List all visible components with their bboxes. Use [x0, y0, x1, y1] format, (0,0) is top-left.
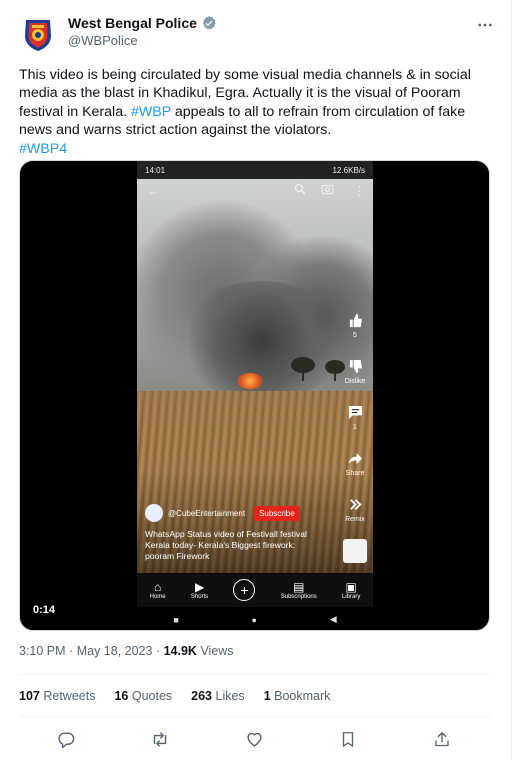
retweets-count: 107 — [19, 689, 40, 703]
phone-system-nav: ■ ● ◀ — [137, 607, 373, 630]
nav-subscriptions: ▤ Subscriptions — [280, 579, 317, 600]
author-name-row: West Bengal Police — [68, 15, 217, 31]
bookmark-button[interactable] — [335, 726, 361, 752]
video-app-navbar: ⌂ Home ▶ Shorts + ▤ Subscriptions ▣ Library — [137, 573, 373, 607]
recents-square-icon: ■ — [173, 614, 179, 625]
thumbs-up-icon — [342, 313, 368, 332]
divider — [19, 674, 490, 675]
retweet-icon — [153, 731, 167, 747]
quotes-count: 16 — [114, 689, 129, 703]
heart-icon — [246, 732, 262, 747]
video-frame: 14:01 12.6KB/s ← ⋮ 5 Dislike 1 Share Rem… — [137, 161, 373, 630]
author-name[interactable]: West Bengal Police — [68, 15, 197, 31]
video-top-icons: ← ⋮ — [137, 181, 373, 205]
divider — [19, 716, 490, 717]
retweets-stat-link[interactable]: 107 Retweets — [19, 689, 95, 703]
sound-thumbnail — [343, 539, 367, 563]
video-subscribe-button: Subscribe — [254, 505, 300, 521]
tweet-date-link[interactable]: May 18, 2023 — [77, 644, 153, 658]
tweet-action-bar — [19, 726, 490, 752]
share-icon — [342, 451, 368, 470]
video-channel-row: @CubeEntertainment Subscribe — [145, 504, 300, 522]
tweet-text: This video is being circulated by some v… — [19, 66, 489, 158]
more-options-icon[interactable] — [474, 14, 496, 36]
nav-shorts-label: Shorts — [190, 593, 209, 600]
vertical-dots-icon: ⋮ — [353, 183, 366, 198]
camera-icon — [321, 183, 334, 198]
bookmark-icon — [342, 731, 354, 747]
tweet-time-link[interactable]: 3:10 PM — [19, 644, 66, 658]
video-comment-button: 1 — [342, 405, 368, 431]
remix-icon — [342, 497, 368, 516]
subscriptions-icon: ▤ — [293, 579, 305, 594]
channel-name: @CubeEntertainment — [168, 508, 246, 518]
nav-shorts: ▶ Shorts — [190, 579, 209, 600]
remix-label: Remix — [345, 516, 365, 523]
search-icon — [294, 183, 306, 198]
nav-home: ⌂ Home — [149, 579, 166, 600]
views-count: 14.9K — [163, 644, 197, 658]
nav-library: ▣ Library — [342, 579, 361, 600]
author-avatar[interactable] — [18, 14, 58, 54]
likes-count: 263 — [191, 689, 213, 703]
plus-icon: + — [233, 579, 256, 601]
thumbs-down-icon — [342, 359, 368, 378]
phone-status-time: 14:01 — [145, 165, 166, 175]
tweet-stats: 107 Retweets 16 Quotes 263 Likes 1 Bookm… — [19, 689, 349, 703]
tweet-meta: 3:10 PM · May 18, 2023 · 14.9K Views — [19, 644, 234, 658]
retweets-label: Retweets — [43, 689, 96, 703]
nav-library-label: Library — [342, 593, 361, 600]
like-count: 5 — [353, 332, 357, 339]
nav-create: + — [233, 579, 256, 601]
hashtag-wbp4-link[interactable]: #WBP4 — [19, 141, 67, 157]
phone-status-network: 12.6KB/s — [332, 165, 365, 175]
verified-badge-icon — [202, 16, 216, 30]
reply-button[interactable] — [53, 726, 79, 752]
likes-label: Likes — [215, 689, 245, 703]
back-arrow-icon: ← — [147, 183, 160, 198]
quotes-stat-link[interactable]: 16 Quotes — [114, 689, 172, 703]
meta-separator: · — [69, 644, 74, 658]
video-remix-button: Remix — [342, 497, 368, 523]
tweet: West Bengal Police @WBPolice This video … — [0, 0, 512, 760]
quotes-label: Quotes — [131, 689, 173, 703]
video-share-button: Share — [342, 451, 368, 477]
author-handle[interactable]: @WBPolice — [68, 33, 138, 48]
hashtag-wbp-link[interactable]: #WBP — [131, 104, 171, 120]
reply-icon — [57, 731, 74, 748]
bookmarks-label: Bookmark — [274, 689, 331, 703]
comment-icon — [342, 405, 368, 424]
meta-separator: · — [155, 644, 161, 658]
shorts-icon: ▶ — [194, 579, 205, 594]
video-dislike-button: Dislike — [342, 359, 368, 385]
bookmarks-count: 1 — [263, 689, 271, 703]
video-player[interactable]: 14:01 12.6KB/s ← ⋮ 5 Dislike 1 Share Rem… — [19, 160, 490, 631]
library-icon: ▣ — [345, 579, 357, 594]
phone-status-bar: 14:01 12.6KB/s — [137, 161, 373, 179]
dislike-label: Dislike — [344, 378, 366, 385]
back-triangle-icon: ◀ — [329, 614, 337, 624]
police-badge-logo — [25, 20, 51, 51]
bookmarks-stat-link[interactable]: 1 Bookmark — [264, 689, 331, 703]
video-like-button: 5 — [342, 313, 368, 339]
fire-glow — [237, 373, 263, 389]
comment-count: 1 — [353, 424, 357, 431]
share-label: Share — [345, 470, 365, 477]
likes-stat-link[interactable]: 263 Likes — [191, 689, 245, 703]
nav-home-label: Home — [149, 593, 166, 600]
retweet-button[interactable] — [147, 726, 173, 752]
channel-avatar — [145, 504, 163, 522]
like-button[interactable] — [241, 726, 267, 752]
video-caption: WhatsApp Status video of Festivall festi… — [145, 529, 307, 561]
nav-subscriptions-label: Subscriptions — [280, 593, 317, 600]
home-icon: ⌂ — [154, 579, 162, 594]
share-button[interactable] — [429, 726, 455, 752]
video-duration: 0:14 — [33, 604, 56, 616]
home-circle-icon: ● — [251, 614, 257, 625]
share-upload-icon — [435, 731, 449, 746]
views-label: Views — [200, 644, 234, 658]
